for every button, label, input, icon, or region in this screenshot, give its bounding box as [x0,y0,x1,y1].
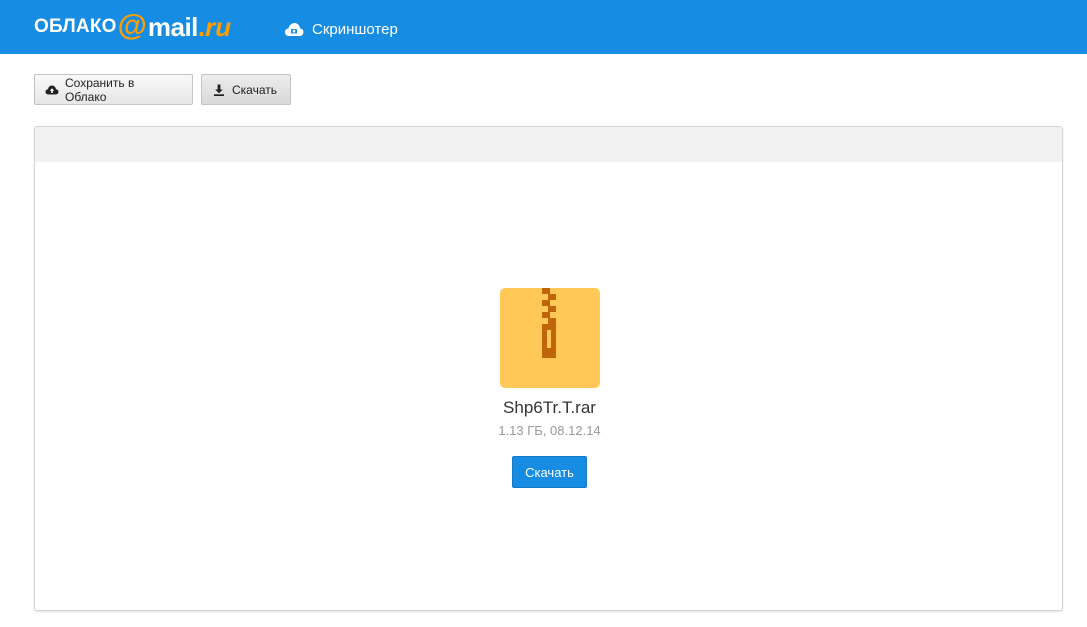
download-label: Скачать [232,82,277,97]
logo-at: @ [117,9,147,42]
cloud-upload-icon [45,85,59,94]
download-icon [214,84,224,96]
file-info: Shp6Tr.T.rar 1.13 ГБ, 08.12.14 Скачать [35,288,1062,488]
logo-prefix: ОБЛАКО [34,16,117,37]
logo-mail: mail [147,11,199,42]
file-preview-panel: Shp6Tr.T.rar 1.13 ГБ, 08.12.14 Скачать [34,126,1063,611]
logo-dot: . [197,11,206,42]
toolbar: Сохранить в Облако Скачать [34,74,299,106]
cloud-mail-logo[interactable]: ОБЛАКО @ mail. ru [34,10,231,44]
download-button[interactable]: Скачать [201,74,291,105]
zipper-icon [541,288,556,358]
logo-ru: ru [205,11,232,42]
file-meta: 1.13 ГБ, 08.12.14 [498,423,601,438]
save-to-cloud-button[interactable]: Сохранить в Облако [34,74,193,105]
file-name: Shp6Tr.T.rar [503,398,596,417]
screenshoter-link[interactable]: Скриншотер [284,18,398,40]
archive-zip-icon [499,288,600,388]
save-to-cloud-label: Сохранить в Облако [64,75,135,104]
screenshoter-label: Скриншотер [312,20,398,38]
cloud-screenshot-icon [285,23,304,36]
panel-header [35,127,1062,162]
file-download-button[interactable]: Скачать [512,456,587,488]
top-bar: ОБЛАКО @ mail. ru Скриншотер [0,0,1087,54]
